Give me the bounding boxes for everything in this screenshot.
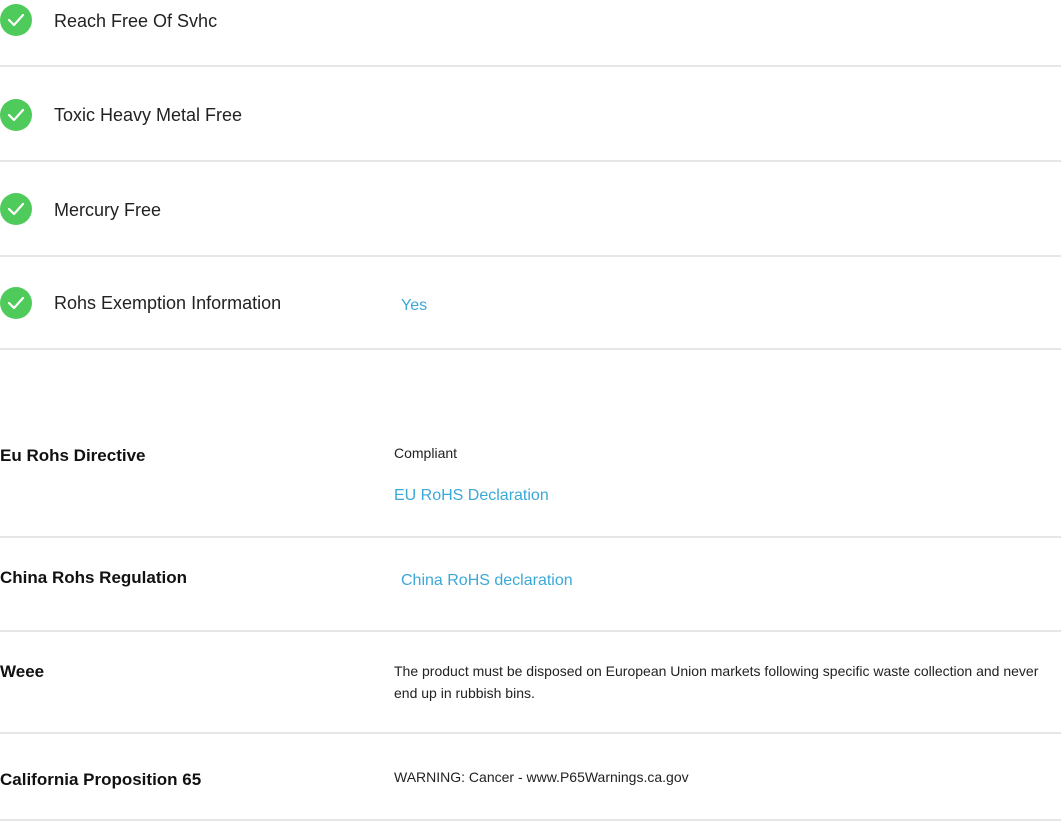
reg-label: Weee [0,662,45,681]
reg-row-china-rohs: China Rohs Regulation China RoHS declara… [0,538,1061,632]
china-rohs-declaration-link[interactable]: China RoHS declaration [401,571,573,591]
prop65-text: WARNING: Cancer - www.P65Warnings.ca.gov [394,769,689,785]
reg-label: California Proposition 65 [0,770,202,789]
feature-label: Mercury Free [54,200,162,220]
eu-rohs-declaration-link[interactable]: EU RoHS Declaration [394,486,549,506]
regulations-table: Eu Rohs Directive Compliant EU RoHS Decl… [0,420,1061,821]
feature-row-rohs-exemption: Rohs Exemption Information Yes [0,257,1061,350]
eu-rohs-status: Compliant [394,445,458,461]
rohs-exemption-link[interactable]: Yes [401,296,427,316]
check-circle-icon [0,99,32,131]
reg-row-prop65: California Proposition 65 WARNING: Cance… [0,734,1061,821]
feature-label: Rohs Exemption Information [54,293,282,313]
feature-row-reach: Reach Free Of Svhc [0,0,1061,67]
reg-label: Eu Rohs Directive [0,446,146,465]
feature-label: Toxic Heavy Metal Free [54,105,243,125]
check-circle-icon [0,4,32,36]
reg-label: China Rohs Regulation [0,568,187,587]
environmental-features-list: Reach Free Of Svhc Toxic Heavy Metal Fre… [0,0,1061,350]
reg-row-weee: Weee The product must be disposed on Eur… [0,632,1061,734]
feature-label: Reach Free Of Svhc [54,11,218,31]
check-circle-icon [0,287,32,319]
feature-row-mercury: Mercury Free [0,162,1061,257]
check-circle-icon [0,193,32,225]
feature-row-toxic-heavy-metal: Toxic Heavy Metal Free [0,67,1061,162]
reg-row-eu-rohs: Eu Rohs Directive Compliant EU RoHS Decl… [0,420,1061,538]
weee-text: The product must be disposed on European… [394,663,1039,701]
